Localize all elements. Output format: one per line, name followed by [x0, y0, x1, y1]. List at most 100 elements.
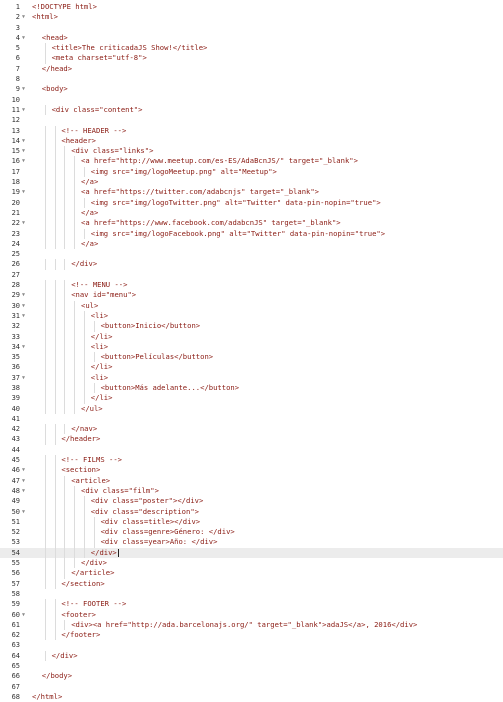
indent-guide — [74, 321, 76, 332]
fold-toggle-icon[interactable]: ▼ — [22, 187, 28, 197]
fold-toggle-icon[interactable]: ▼ — [22, 301, 28, 311]
code-line[interactable]: 13 <!-- HEADER --> — [0, 125, 503, 136]
line-number: 37 — [11, 373, 20, 382]
fold-toggle-icon[interactable]: ▼ — [22, 290, 28, 300]
code-line[interactable]: 21 </a> — [0, 207, 503, 219]
code-line[interactable]: 36 </li> — [0, 362, 503, 373]
code-line[interactable]: 24 </a> — [0, 238, 503, 250]
code-line[interactable]: 41 — [0, 414, 503, 424]
code-line[interactable]: 64 </div> — [0, 650, 503, 661]
code-line[interactable]: 45 <!-- FILMS --> — [0, 455, 503, 466]
code-line[interactable]: 44 — [0, 445, 503, 455]
code-line[interactable]: 46 ▼ <section> — [0, 465, 503, 476]
code-line[interactable]: 2 ▼ <html> — [0, 12, 503, 22]
code-line[interactable]: 19 ▼ <a href="https://twitter.com/adabcnjs… — [0, 187, 503, 198]
code-line[interactable]: 15 ▼ <div class="links"> — [0, 146, 503, 157]
code-line[interactable]: 60 ▼ <footer> — [0, 609, 503, 620]
code-line[interactable]: 1 <!DOCTYPE html> — [0, 2, 503, 12]
code-line[interactable]: 68 </html> — [0, 692, 503, 702]
code-line[interactable]: 25 — [0, 249, 503, 259]
indent-guide — [64, 280, 66, 291]
code-line[interactable]: 26 </div> — [0, 259, 503, 270]
fold-toggle-icon[interactable]: ▼ — [22, 465, 28, 475]
fold-toggle-icon[interactable]: ▼ — [22, 610, 28, 620]
code-line[interactable]: 65 — [0, 661, 503, 671]
indent-guide — [74, 341, 76, 353]
fold-toggle-icon[interactable]: ▼ — [22, 486, 28, 496]
code-line[interactable]: 62 </footer> — [0, 630, 503, 641]
code-line[interactable]: 42 </nav> — [0, 424, 503, 435]
code-line[interactable]: 4 ▼ <head> — [0, 33, 503, 43]
code-line[interactable]: 52 <div class=genre>Género: </div> — [0, 527, 503, 538]
code-line[interactable]: 43 </header> — [0, 434, 503, 445]
code-line[interactable]: 53 <div class=year>Año: </div> — [0, 537, 503, 548]
fold-toggle-icon[interactable]: ▼ — [22, 33, 28, 43]
code-line[interactable]: 63 — [0, 640, 503, 650]
code-line[interactable]: 40 </ul> — [0, 403, 503, 414]
fold-toggle-icon[interactable]: ▼ — [22, 146, 28, 156]
code-line[interactable]: 38 <button>Más adelante...</button> — [0, 382, 503, 394]
code-line[interactable]: 29 ▼ <nav id="menu"> — [0, 290, 503, 301]
code-line[interactable]: 7 </head> — [0, 64, 503, 74]
code-line[interactable]: 51 <div class=title></div> — [0, 516, 503, 528]
code-line[interactable]: 9 ▼ <body> — [0, 84, 503, 94]
code-line[interactable]: 56 </article> — [0, 568, 503, 579]
code-line[interactable]: 10 — [0, 95, 503, 105]
code-line[interactable]: 31 ▼ <li> — [0, 310, 503, 322]
code-editor[interactable]: 1 <!DOCTYPE html> 2 ▼ <html> 3 4 ▼ <head> 5 <title… — [0, 0, 503, 701]
code-line[interactable]: 54 </div> — [0, 547, 503, 559]
code-line[interactable]: 17 <img src="img/logoMeetup.png" alt="Mee… — [0, 166, 503, 178]
fold-toggle-icon[interactable]: ▼ — [22, 84, 28, 94]
code-line[interactable]: 33 </li> — [0, 331, 503, 342]
fold-toggle-icon[interactable]: ▼ — [22, 342, 28, 352]
code-line[interactable]: 14 ▼ <header> — [0, 135, 503, 147]
fold-toggle-icon[interactable]: ▼ — [22, 218, 28, 228]
code-line[interactable]: 16 ▼ <a href="http://www.meetup.com/es-ES/… — [0, 156, 503, 167]
code-lines[interactable]: 1 <!DOCTYPE html> 2 ▼ <html> 3 4 ▼ <head> 5 <title… — [0, 2, 503, 702]
code-line[interactable]: 6 <meta charset="utf-8"> — [0, 53, 503, 64]
code-line[interactable]: 3 — [0, 23, 503, 33]
fold-toggle-icon[interactable]: ▼ — [22, 156, 28, 166]
code-line[interactable]: 48 ▼ <div class="film"> — [0, 485, 503, 497]
fold-toggle-icon[interactable]: ▼ — [22, 136, 28, 146]
code-line[interactable]: 12 — [0, 115, 503, 125]
code-line[interactable]: 23 <img src="img/logoFacebook.png" alt="T… — [0, 228, 503, 239]
code-line[interactable]: 27 — [0, 270, 503, 280]
indent-guide — [54, 424, 56, 435]
code-line[interactable]: 5 <title>The criticadaJS Show!</title> — [0, 43, 503, 54]
fold-toggle-icon[interactable]: ▼ — [22, 105, 28, 115]
code-line[interactable]: 39 </li> — [0, 393, 503, 404]
code-line[interactable]: 66 </body> — [0, 671, 503, 681]
code-line[interactable]: 20 <img src="img/logoTwitter.png" alt="Tw… — [0, 197, 503, 208]
fold-toggle-icon[interactable]: ▼ — [22, 12, 28, 22]
code-line[interactable]: 58 — [0, 589, 503, 599]
fold-toggle-icon[interactable]: ▼ — [22, 507, 28, 517]
indent-guide — [84, 352, 85, 363]
code-line[interactable]: 59 <!-- FOOTER --> — [0, 599, 503, 610]
fold-toggle-icon[interactable]: ▼ — [22, 476, 28, 486]
code-line[interactable]: 28 <!-- MENU --> — [0, 280, 503, 291]
indent-guide — [74, 300, 76, 311]
code-line[interactable]: 37 ▼ <li> — [0, 372, 503, 383]
code-line[interactable]: 8 — [0, 74, 503, 84]
indent-guide — [64, 207, 66, 219]
code-line[interactable]: 49 <div class="poster"></div> — [0, 496, 503, 507]
code-line[interactable]: 50 ▼ <div class="description"> — [0, 506, 503, 517]
code-line[interactable]: 34 ▼ <li> — [0, 341, 503, 353]
code-line[interactable]: 11 ▼ <div class="content"> — [0, 104, 503, 116]
fold-toggle-icon[interactable]: ▼ — [22, 373, 28, 383]
code-line[interactable]: 47 ▼ <article> — [0, 475, 503, 486]
fold-toggle-icon[interactable]: ▼ — [22, 311, 28, 321]
indent-guide — [74, 352, 76, 363]
code-line[interactable]: 32 <button>Inicio</button> — [0, 321, 503, 332]
code-line[interactable]: 30 ▼ <ul> — [0, 300, 503, 311]
code-line[interactable]: 18 </a> — [0, 177, 503, 188]
code-line[interactable]: 55 </div> — [0, 558, 503, 569]
code-line[interactable]: 22 ▼ <a href="https://www.facebook.com/ada… — [0, 218, 503, 229]
code-line[interactable]: 61 <div><a href="http://ada.barcelonajs.o… — [0, 619, 503, 631]
code-line[interactable]: 67 — [0, 682, 503, 692]
indent-guide — [44, 568, 46, 579]
code-line[interactable]: 35 <button>Películas</button> — [0, 352, 503, 363]
code-line[interactable]: 57 </section> — [0, 578, 503, 589]
line-number: 30 — [11, 301, 20, 310]
